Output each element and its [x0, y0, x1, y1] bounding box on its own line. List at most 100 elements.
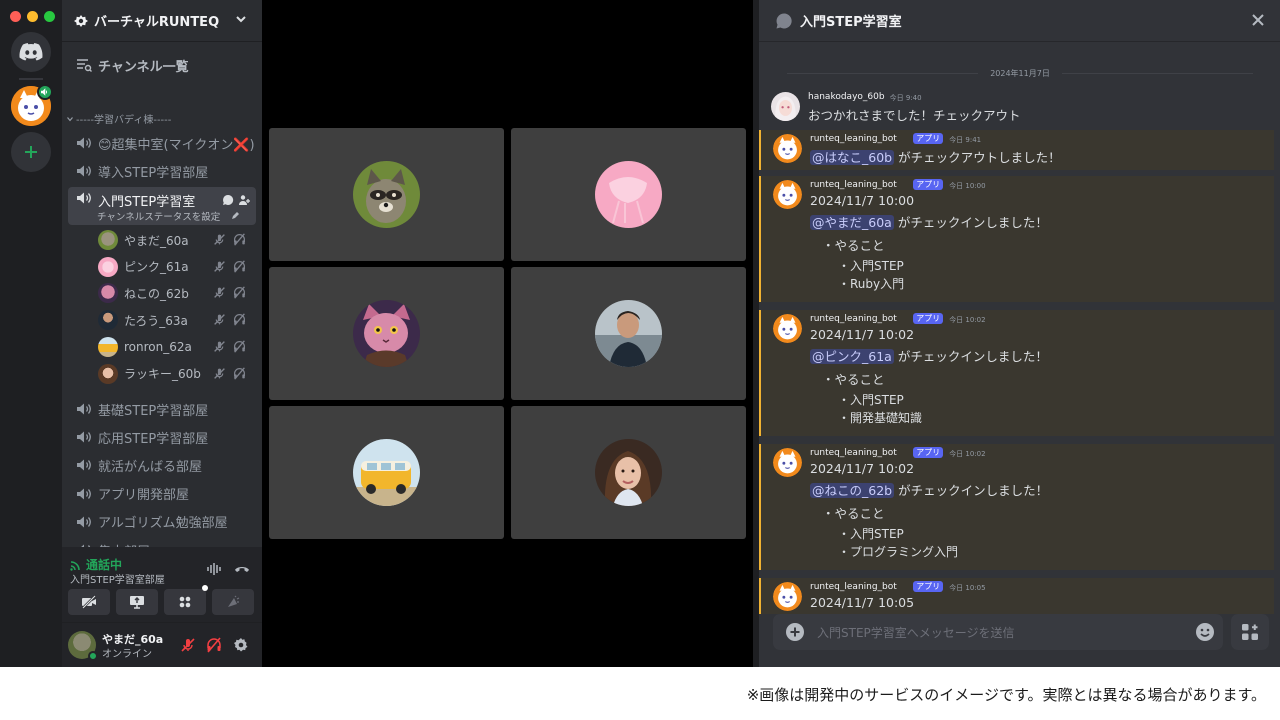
signal-icon [70, 560, 80, 571]
user-mention[interactable]: @はなこ_60b [810, 150, 895, 165]
mic-off-icon [181, 638, 195, 652]
message-author[interactable]: runteq_leaning_bot [810, 448, 897, 458]
channel-sidebar: バーチャルRUNTEQ チャンネル一覧 -----学習バディ棟----- 😊超集… [62, 0, 262, 667]
voice-member[interactable]: ピンク_61a [98, 255, 254, 279]
voice-member[interactable]: やまだ_60a [98, 228, 254, 252]
plus-circle-icon[interactable] [785, 622, 805, 642]
avatar[interactable] [773, 180, 802, 209]
invite-member-icon[interactable] [238, 194, 250, 206]
participant-tile[interactable] [269, 267, 504, 400]
browse-channels[interactable]: チャンネル一覧 [70, 52, 254, 78]
message-list[interactable]: 2024年11月7日 hanakodayo_60b 今日 9:40 おつかれさまでし… [759, 42, 1280, 614]
todo-item: ・Ruby入門 [838, 277, 905, 291]
channel-item[interactable]: アプリ開発部屋 [68, 481, 256, 507]
user-mention[interactable]: @やまだ_60a [810, 215, 894, 230]
emoji-icon[interactable] [1195, 622, 1215, 642]
todo-label: ・やること [822, 506, 885, 521]
channel-item-active[interactable]: 入門STEP学習室 チャンネルステータスを設定 [68, 187, 256, 225]
headphones-off-icon [234, 313, 245, 326]
activities-button[interactable] [164, 585, 208, 615]
avatar[interactable] [773, 314, 802, 343]
server-rail [0, 0, 62, 667]
channel-label: 応用STEP学習部屋 [98, 431, 209, 447]
channel-item[interactable]: 導入STEP学習部屋 [68, 158, 256, 184]
cat-avatar [353, 300, 420, 367]
window-minimize-button[interactable] [27, 11, 38, 22]
notification-dot [202, 585, 208, 591]
chat-bubble-icon[interactable] [222, 194, 234, 206]
participant-tile[interactable] [511, 267, 746, 400]
bot-avatar [773, 448, 802, 477]
avatar[interactable] [773, 134, 802, 163]
channel-item[interactable]: 基礎STEP学習部屋 [68, 396, 256, 422]
message-input[interactable]: 入門STEP学習室へメッセージを送信 [773, 614, 1223, 650]
pencil-icon[interactable] [231, 211, 240, 220]
window-close-button[interactable] [10, 11, 21, 22]
participant-tile[interactable] [269, 128, 504, 261]
deafen-button[interactable] [204, 635, 224, 655]
category-header[interactable]: -----学習バディ棟----- [66, 111, 171, 126]
message-author[interactable]: hanakodayo_60b [808, 92, 885, 102]
message-text: @はなこ_60b がチェックアウトしました！ [810, 147, 1061, 166]
channel-item[interactable]: 😊超集中室(マイクオン❌) [68, 130, 256, 156]
app-badge: アプリ [913, 133, 944, 144]
headphones-off-icon [234, 340, 245, 353]
category-label: -----学習バディ棟----- [76, 115, 172, 126]
channel-item[interactable]: 就活がんばる部屋 [68, 452, 256, 478]
window-zoom-button[interactable] [44, 11, 55, 22]
avatar[interactable] [773, 448, 802, 477]
voice-connection-panel: 通話中 入門STEP学習室部屋 [62, 547, 262, 623]
user-panel: やまだ_60a オンライン [62, 623, 262, 667]
avatar[interactable] [773, 582, 802, 611]
member-deafened-indicator [233, 313, 246, 329]
apps-button[interactable] [1231, 614, 1269, 650]
voice-member[interactable]: ラッキー_60b [98, 362, 254, 386]
chat-bubble-icon [776, 12, 792, 28]
channel-item[interactable]: 応用STEP学習部屋 [68, 424, 256, 450]
close-icon[interactable] [1250, 12, 1266, 28]
camera-button[interactable] [68, 589, 110, 615]
message-timestamp: 今日 10:02 [949, 450, 986, 458]
participant-tile[interactable] [511, 128, 746, 261]
channel-item[interactable]: アルゴリズム勉強部屋 [68, 509, 256, 535]
home-button[interactable] [11, 32, 51, 72]
disconnect-icon[interactable] [233, 562, 251, 576]
message-author[interactable]: runteq_leaning_bot [810, 582, 897, 592]
todo-label: ・やること [822, 372, 885, 387]
avatar[interactable] [771, 92, 800, 121]
user-mention[interactable]: @ピンク_61a [810, 349, 894, 364]
noise-suppression-icon[interactable] [206, 562, 224, 576]
mute-button[interactable] [178, 635, 198, 655]
channel-label: 基礎STEP学習部屋 [98, 403, 209, 419]
member-deafened-indicator [233, 340, 246, 356]
participant-tile[interactable] [511, 406, 746, 539]
avatar [98, 363, 118, 384]
message-author[interactable]: runteq_leaning_bot [810, 180, 897, 190]
message-timestamp: 今日 9:41 [949, 136, 982, 144]
screen-share-button[interactable] [116, 589, 158, 615]
add-server-button[interactable] [11, 132, 51, 172]
voice-member[interactable]: たろう_63a [98, 308, 254, 332]
bot-avatar [773, 582, 802, 611]
voice-member[interactable]: ねこの_62b [98, 281, 254, 305]
speaker-icon [41, 88, 48, 96]
chevron-down-icon[interactable] [234, 12, 248, 26]
message-text: おつかれさまでした！チェックアウト [808, 108, 1021, 123]
message-author[interactable]: runteq_leaning_bot [810, 134, 897, 144]
participant-tile[interactable] [269, 406, 504, 539]
chat-message: hanakodayo_60b 今日 9:40 おつかれさまでした！チェックアウト [759, 88, 1274, 128]
headphones-off-icon [207, 637, 221, 653]
soundboard-button[interactable] [212, 589, 254, 615]
user-mention[interactable]: @ねこの_62b [810, 483, 895, 498]
todo-item: ・入門STEP [838, 393, 904, 407]
channel-status-setter[interactable]: チャンネルステータスを設定 [97, 209, 220, 223]
online-status-dot [88, 651, 98, 661]
woman-avatar [595, 439, 662, 506]
voice-member-name: やまだ_60a [124, 233, 189, 248]
voice-member[interactable]: ronron_62a [98, 335, 254, 359]
settings-button[interactable] [231, 635, 251, 655]
message-author[interactable]: runteq_leaning_bot [810, 314, 897, 324]
voice-channel-icon [77, 165, 91, 177]
server-header[interactable]: バーチャルRUNTEQ [62, 0, 262, 42]
voice-channel-name[interactable]: 入門STEP学習室部屋 [70, 571, 165, 586]
